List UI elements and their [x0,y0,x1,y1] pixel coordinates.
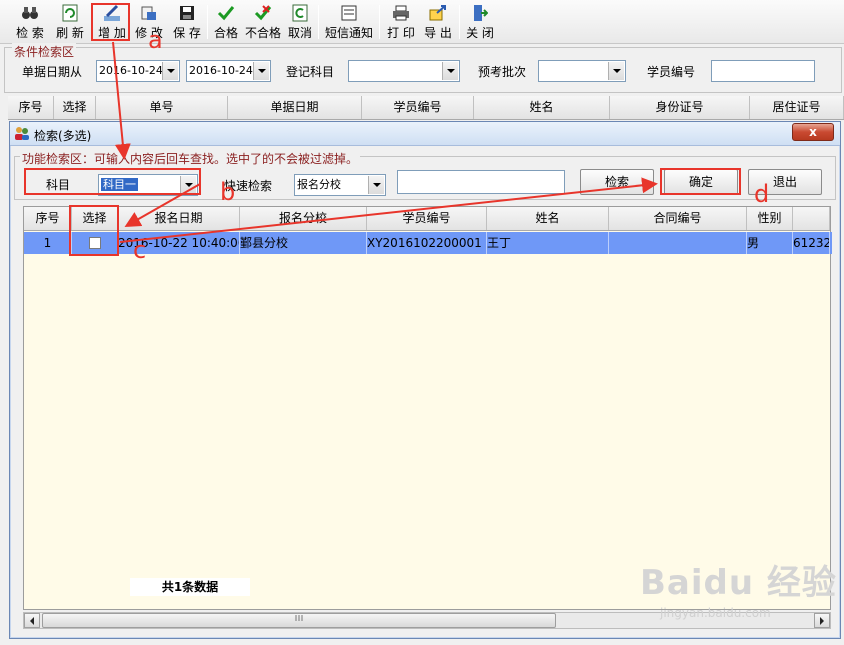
arrow-b-to-c [124,183,201,227]
arrow-c-to-d [119,177,658,243]
annotation-arrows [112,41,658,243]
baidu-watermark: Baidu 经验 [640,563,837,603]
arrow-a-to-b [112,41,131,160]
watermark-url: jingyan.baidu.com [660,606,771,620]
